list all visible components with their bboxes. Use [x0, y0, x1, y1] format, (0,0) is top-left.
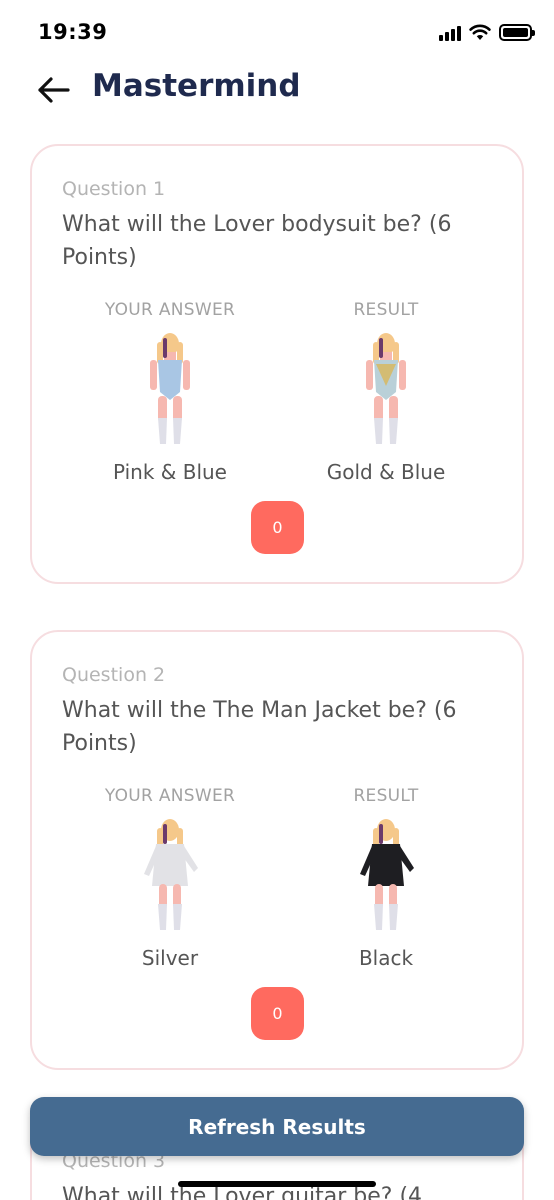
- outfit-jacket-black-image: [360, 819, 414, 930]
- cellular-signal-icon: [439, 25, 461, 41]
- status-icons: [439, 24, 535, 41]
- arrow-left-icon: [38, 77, 70, 103]
- battery-icon: [499, 24, 535, 41]
- result-value: Black: [358, 946, 414, 970]
- question-card: Question 1 What will the Lover bodysuit …: [30, 144, 524, 584]
- score-badge: 0: [251, 987, 304, 1040]
- page-title: Mastermind: [92, 68, 301, 104]
- outfit-bodysuit-pink-blue-image: [150, 333, 190, 444]
- refresh-results-button[interactable]: Refresh Results: [30, 1097, 524, 1156]
- score-badge: 0: [251, 501, 304, 554]
- your-answer-value: Pink & Blue: [112, 460, 227, 484]
- question-text: What will the Lover bodysuit be? (6 Poin…: [62, 212, 452, 270]
- home-indicator: [178, 1181, 376, 1187]
- outfit-jacket-silver-image: [144, 819, 198, 930]
- result-label: RESULT: [353, 786, 419, 806]
- result-value: Gold & Blue: [326, 460, 446, 484]
- status-bar: 19:39: [0, 0, 554, 66]
- your-answer-label: YOUR ANSWER: [104, 786, 236, 806]
- question-text: What will the The Man Jacket be? (6 Poin…: [62, 698, 457, 756]
- your-answer-label: YOUR ANSWER: [104, 300, 236, 320]
- your-answer-value: Silver: [141, 946, 199, 970]
- question-number: Question 1: [62, 178, 166, 200]
- outfit-bodysuit-gold-blue-image: [366, 333, 406, 444]
- back-button[interactable]: [32, 72, 74, 108]
- question-number: Question 2: [62, 664, 166, 686]
- question-card: Question 2 What will the The Man Jacket …: [30, 630, 524, 1070]
- status-time: 19:39: [38, 20, 108, 44]
- wifi-icon: [469, 24, 491, 40]
- app-header: Mastermind: [0, 66, 554, 116]
- result-label: RESULT: [353, 300, 419, 320]
